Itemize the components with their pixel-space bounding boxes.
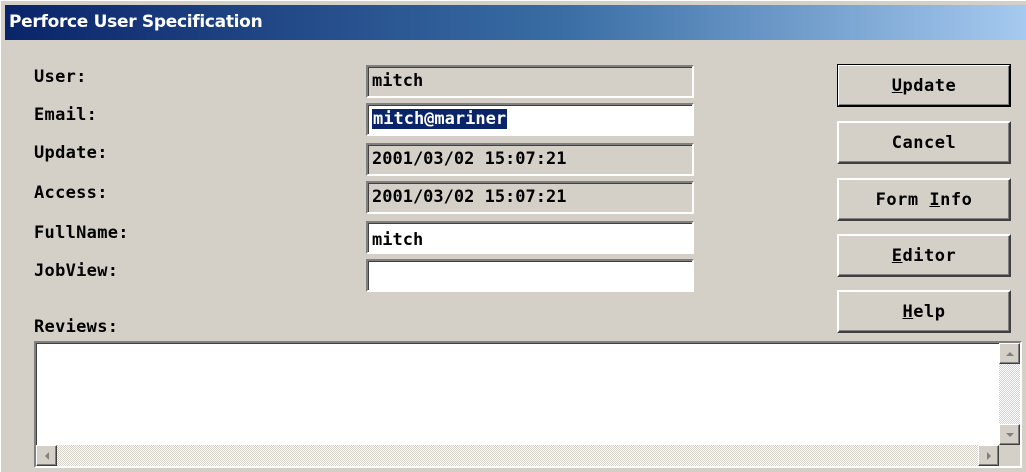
form-info-button[interactable]: Form Info <box>837 178 1011 221</box>
scroll-up-button[interactable] <box>999 343 1020 364</box>
scroll-left-arrow-icon <box>44 451 49 460</box>
jobview-field[interactable] <box>366 259 694 292</box>
user-value: mitch <box>372 71 424 91</box>
update-field[interactable]: 2001/03/02 15:07:21 <box>366 143 694 176</box>
email-field[interactable]: mitch@mariner <box>366 103 694 136</box>
update-button-label: Update <box>891 75 957 96</box>
scroll-left-button[interactable] <box>36 445 57 466</box>
cancel-button-label: Cancel <box>891 132 957 153</box>
jobview-input[interactable] <box>372 265 692 290</box>
editor-button-label: Editor <box>891 245 957 266</box>
horizontal-scrollbar[interactable] <box>36 445 999 466</box>
vertical-scrollbar[interactable] <box>999 343 1020 445</box>
fullname-label: FullName: <box>34 223 129 243</box>
access-value: 2001/03/02 15:07:21 <box>372 187 567 207</box>
scroll-up-arrow-icon <box>1005 351 1014 356</box>
access-label: Access: <box>34 183 108 203</box>
user-spec-dialog: Perforce User Specification User: Email:… <box>0 0 1026 472</box>
editor-button[interactable]: Editor <box>837 234 1011 277</box>
fullname-input[interactable] <box>372 227 692 252</box>
window-title: Perforce User Specification <box>9 12 263 32</box>
user-label: User: <box>34 67 87 87</box>
scroll-right-button[interactable] <box>978 445 999 466</box>
cancel-button[interactable]: Cancel <box>837 121 1011 164</box>
update-label: Update: <box>34 143 108 163</box>
title-bar[interactable]: Perforce User Specification <box>5 5 1026 40</box>
reviews-label: Reviews: <box>34 317 119 337</box>
scroll-right-arrow-icon <box>986 451 991 460</box>
fullname-field[interactable] <box>366 221 694 254</box>
email-value: mitch@mariner <box>372 109 508 129</box>
email-label: Email: <box>34 105 98 125</box>
jobview-label: JobView: <box>34 261 119 281</box>
user-field[interactable]: mitch <box>366 65 694 98</box>
scroll-down-button[interactable] <box>999 424 1020 445</box>
update-value: 2001/03/02 15:07:21 <box>372 149 567 169</box>
help-button-label: Help <box>902 301 946 322</box>
reviews-textarea[interactable] <box>34 341 1022 468</box>
form-info-button-label: Form Info <box>875 189 973 210</box>
update-button[interactable]: Update <box>837 64 1011 107</box>
access-field[interactable]: 2001/03/02 15:07:21 <box>366 181 694 214</box>
scrollbar-corner <box>999 445 1020 466</box>
help-button[interactable]: Help <box>837 290 1011 333</box>
scroll-down-arrow-icon <box>1005 432 1014 437</box>
